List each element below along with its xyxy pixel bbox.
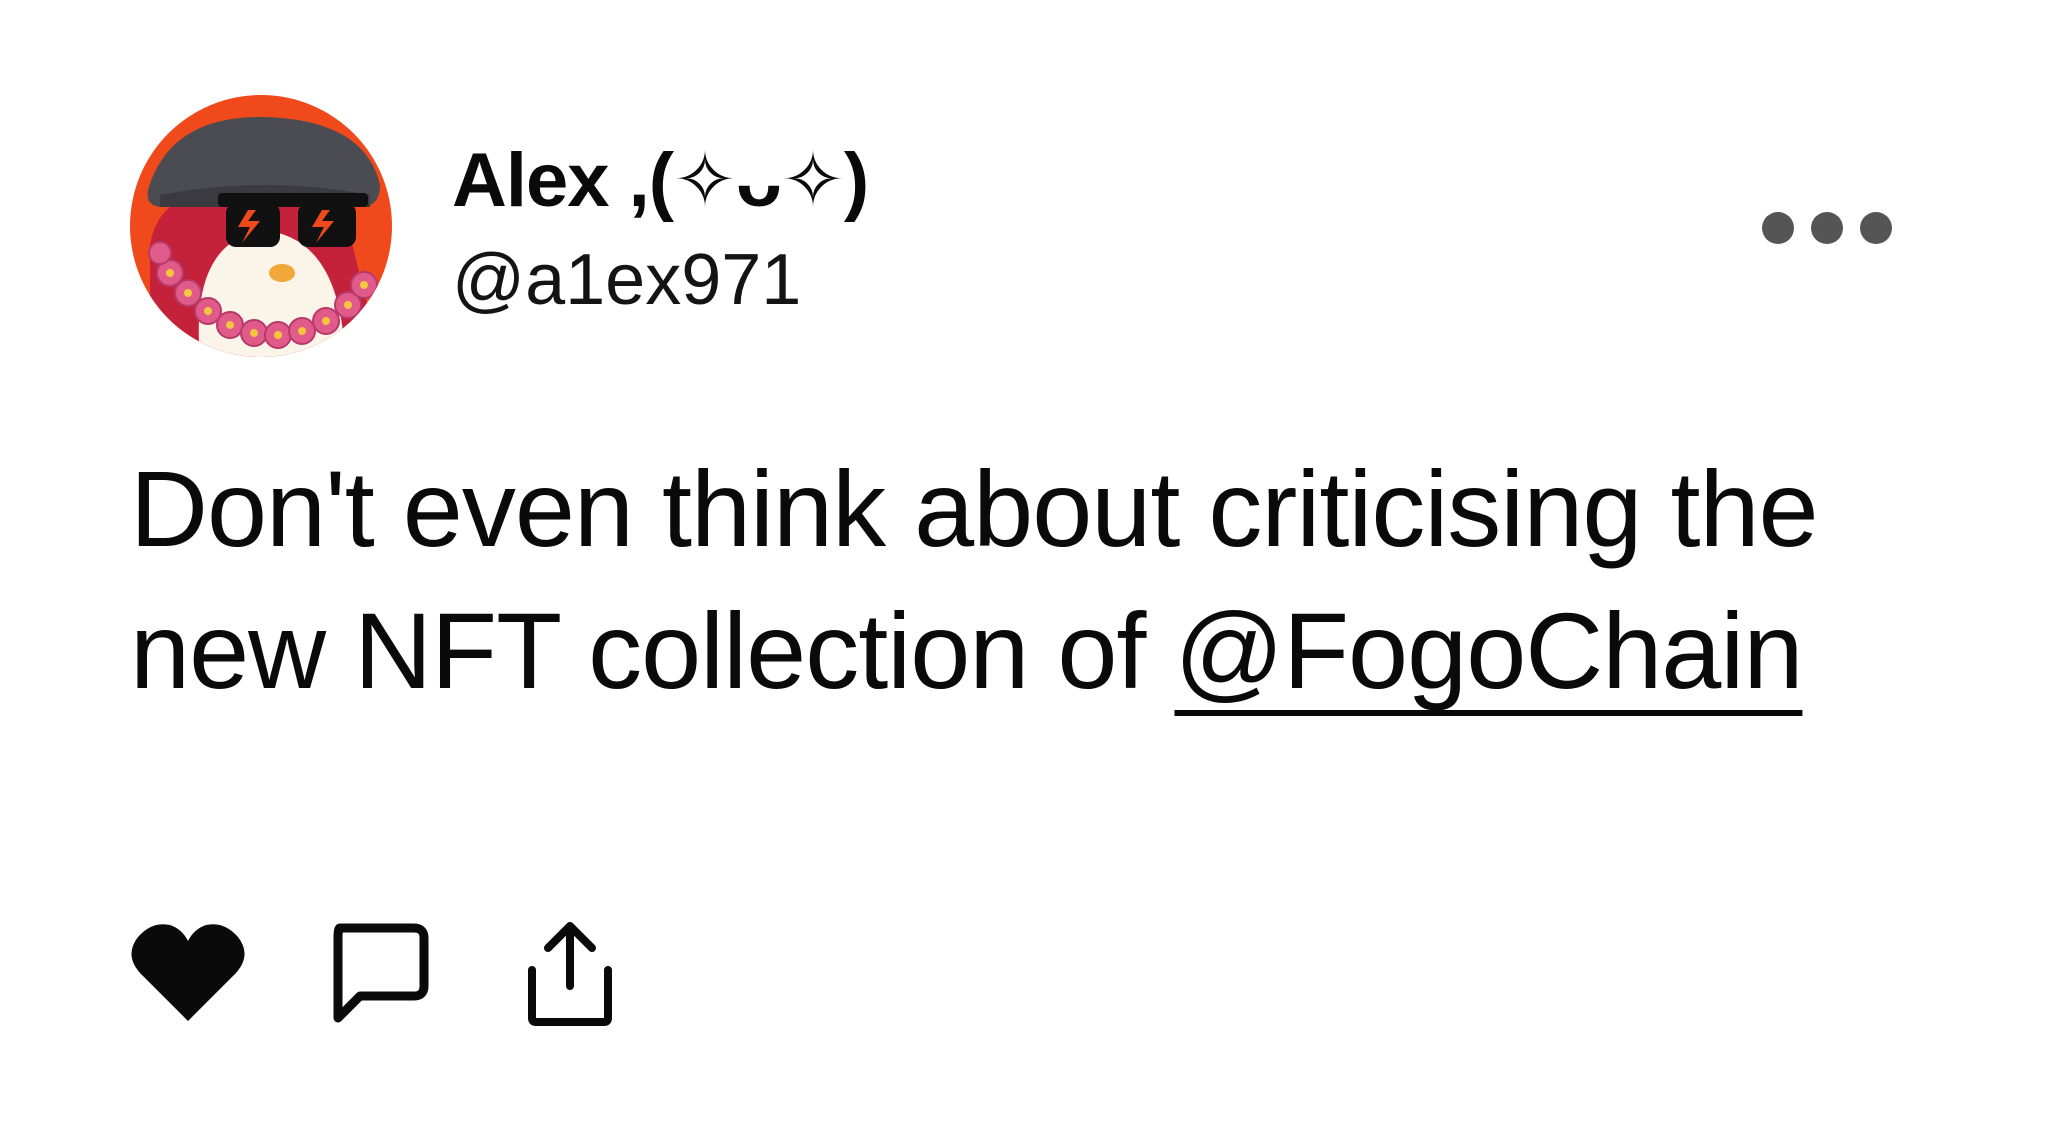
post-actions — [130, 918, 618, 1028]
comment-icon — [333, 923, 429, 1023]
more-options-button[interactable] — [1762, 205, 1892, 251]
penguin-avatar-icon — [130, 95, 392, 357]
like-button[interactable] — [130, 921, 246, 1025]
share-icon — [528, 922, 612, 1026]
author-handle[interactable]: @a1ex971 — [452, 238, 801, 322]
more-dots-icon — [1762, 212, 1794, 244]
author-display-name[interactable]: Alex ,(✧ᴗ✧) — [452, 138, 869, 224]
author-avatar[interactable] — [130, 95, 392, 357]
reply-button[interactable] — [326, 920, 432, 1026]
share-button[interactable] — [522, 918, 618, 1028]
more-dots-icon — [1811, 212, 1843, 244]
heart-icon — [131, 924, 245, 1021]
more-dots-icon — [1860, 212, 1892, 244]
mention-link[interactable]: @FogoChain — [1174, 590, 1803, 711]
post-text: Don't even think about criticising the n… — [130, 438, 1950, 722]
post-card: Alex ,(✧ᴗ✧) @a1ex971 Don't even think ab… — [0, 0, 2048, 1125]
